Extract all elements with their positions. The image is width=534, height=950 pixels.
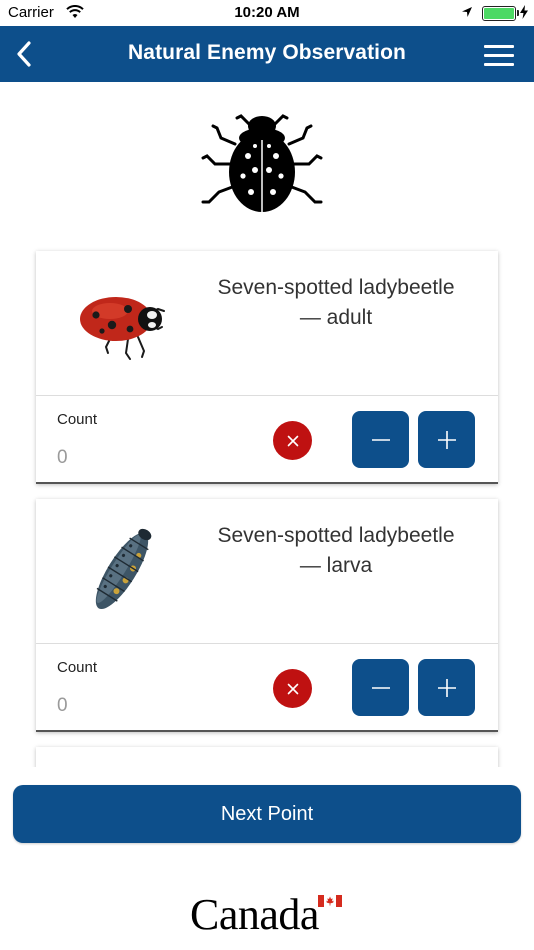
next-point-button[interactable]: Next Point	[13, 785, 521, 843]
list-item	[36, 747, 498, 767]
status-bar: Carrier 10:20 AM	[0, 0, 534, 26]
clear-count-button[interactable]	[273, 669, 312, 708]
close-icon	[287, 435, 298, 446]
list-item: Seven-spotted ladybeetle — adult Count 0	[36, 251, 498, 484]
plus-icon	[437, 430, 456, 449]
minus-icon	[371, 438, 390, 441]
canadian-flag-icon	[318, 895, 342, 907]
location-arrow-icon	[462, 7, 472, 17]
plus-icon	[437, 678, 456, 697]
canada-wordmark-logo: Canada	[190, 893, 346, 937]
ladybeetle-adult-image	[80, 297, 165, 360]
item-header: Seven-spotted ladybeetle — adult	[36, 251, 498, 395]
decrement-button[interactable]	[352, 411, 409, 468]
item-name: Seven-spotted ladybeetle — adult	[192, 273, 480, 333]
divider	[36, 643, 498, 644]
navigation-bar: Natural Enemy Observation	[0, 26, 534, 82]
hamburger-menu-icon[interactable]	[480, 40, 518, 70]
item-name-line1: Seven-spotted ladybeetle	[217, 276, 455, 299]
item-header: Seven-spotted ladybeetle — larva	[36, 499, 498, 643]
battery-fill	[484, 8, 514, 19]
count-value[interactable]: 0	[57, 447, 68, 469]
increment-button[interactable]	[418, 659, 475, 716]
charging-bolt-icon	[520, 5, 528, 19]
close-icon	[287, 683, 298, 694]
count-label: Count	[57, 411, 98, 428]
count-label: Count	[57, 659, 98, 676]
wordmark-text: Canada	[190, 890, 319, 939]
natural-enemy-list[interactable]: Seven-spotted ladybeetle — adult Count 0	[0, 240, 534, 767]
divider	[36, 395, 498, 396]
ladybeetle-larva-image	[95, 528, 152, 610]
count-value[interactable]: 0	[57, 695, 68, 717]
item-name-line2: — larva	[299, 554, 373, 577]
ladybeetle-silhouette-icon	[201, 114, 323, 212]
clock-time: 10:20 AM	[234, 4, 300, 21]
page-title: Natural Enemy Observation	[128, 41, 406, 64]
battery-icon	[482, 6, 519, 21]
clear-count-button[interactable]	[273, 421, 312, 460]
item-name-line1: Seven-spotted ladybeetle	[217, 524, 455, 547]
increment-button[interactable]	[418, 411, 475, 468]
item-name-line2: — adult	[299, 306, 373, 329]
decrement-button[interactable]	[352, 659, 409, 716]
item-name: Seven-spotted ladybeetle — larva	[192, 521, 480, 581]
list-item: Seven-spotted ladybeetle — larva Count 0	[36, 499, 498, 732]
minus-icon	[371, 686, 390, 689]
